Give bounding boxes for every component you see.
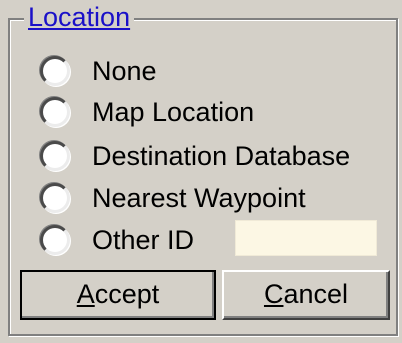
radio-label-none: None — [92, 56, 157, 86]
radio-label-nearest-waypoint: Nearest Waypoint — [92, 183, 306, 213]
radio-none[interactable]: None — [40, 51, 157, 91]
radio-map-location[interactable]: Map Location — [40, 92, 254, 132]
accept-label: ccept — [94, 279, 160, 309]
cancel-mnemonic: C — [263, 279, 284, 309]
other-id-input[interactable] — [235, 220, 377, 256]
location-group-title: Location — [24, 2, 135, 32]
radio-other-id[interactable]: Other ID — [40, 220, 194, 260]
radio-button-icon[interactable] — [40, 141, 70, 171]
radio-button-icon[interactable] — [40, 56, 70, 86]
cancel-label: ancel — [283, 279, 349, 309]
radio-label-destination-database: Destination Database — [92, 141, 351, 171]
radio-label-other-id: Other ID — [92, 225, 195, 255]
accept-mnemonic: A — [76, 279, 95, 309]
radio-label-map-location: Map Location — [92, 97, 255, 127]
radio-destination-database[interactable]: Destination Database — [40, 136, 350, 176]
radio-button-icon[interactable] — [40, 97, 70, 127]
cancel-button[interactable]: Cancel — [222, 270, 390, 320]
radio-button-icon[interactable] — [40, 225, 70, 255]
radio-button-icon[interactable] — [40, 183, 70, 213]
radio-nearest-waypoint[interactable]: Nearest Waypoint — [40, 178, 306, 218]
accept-button[interactable]: Accept — [20, 270, 216, 320]
